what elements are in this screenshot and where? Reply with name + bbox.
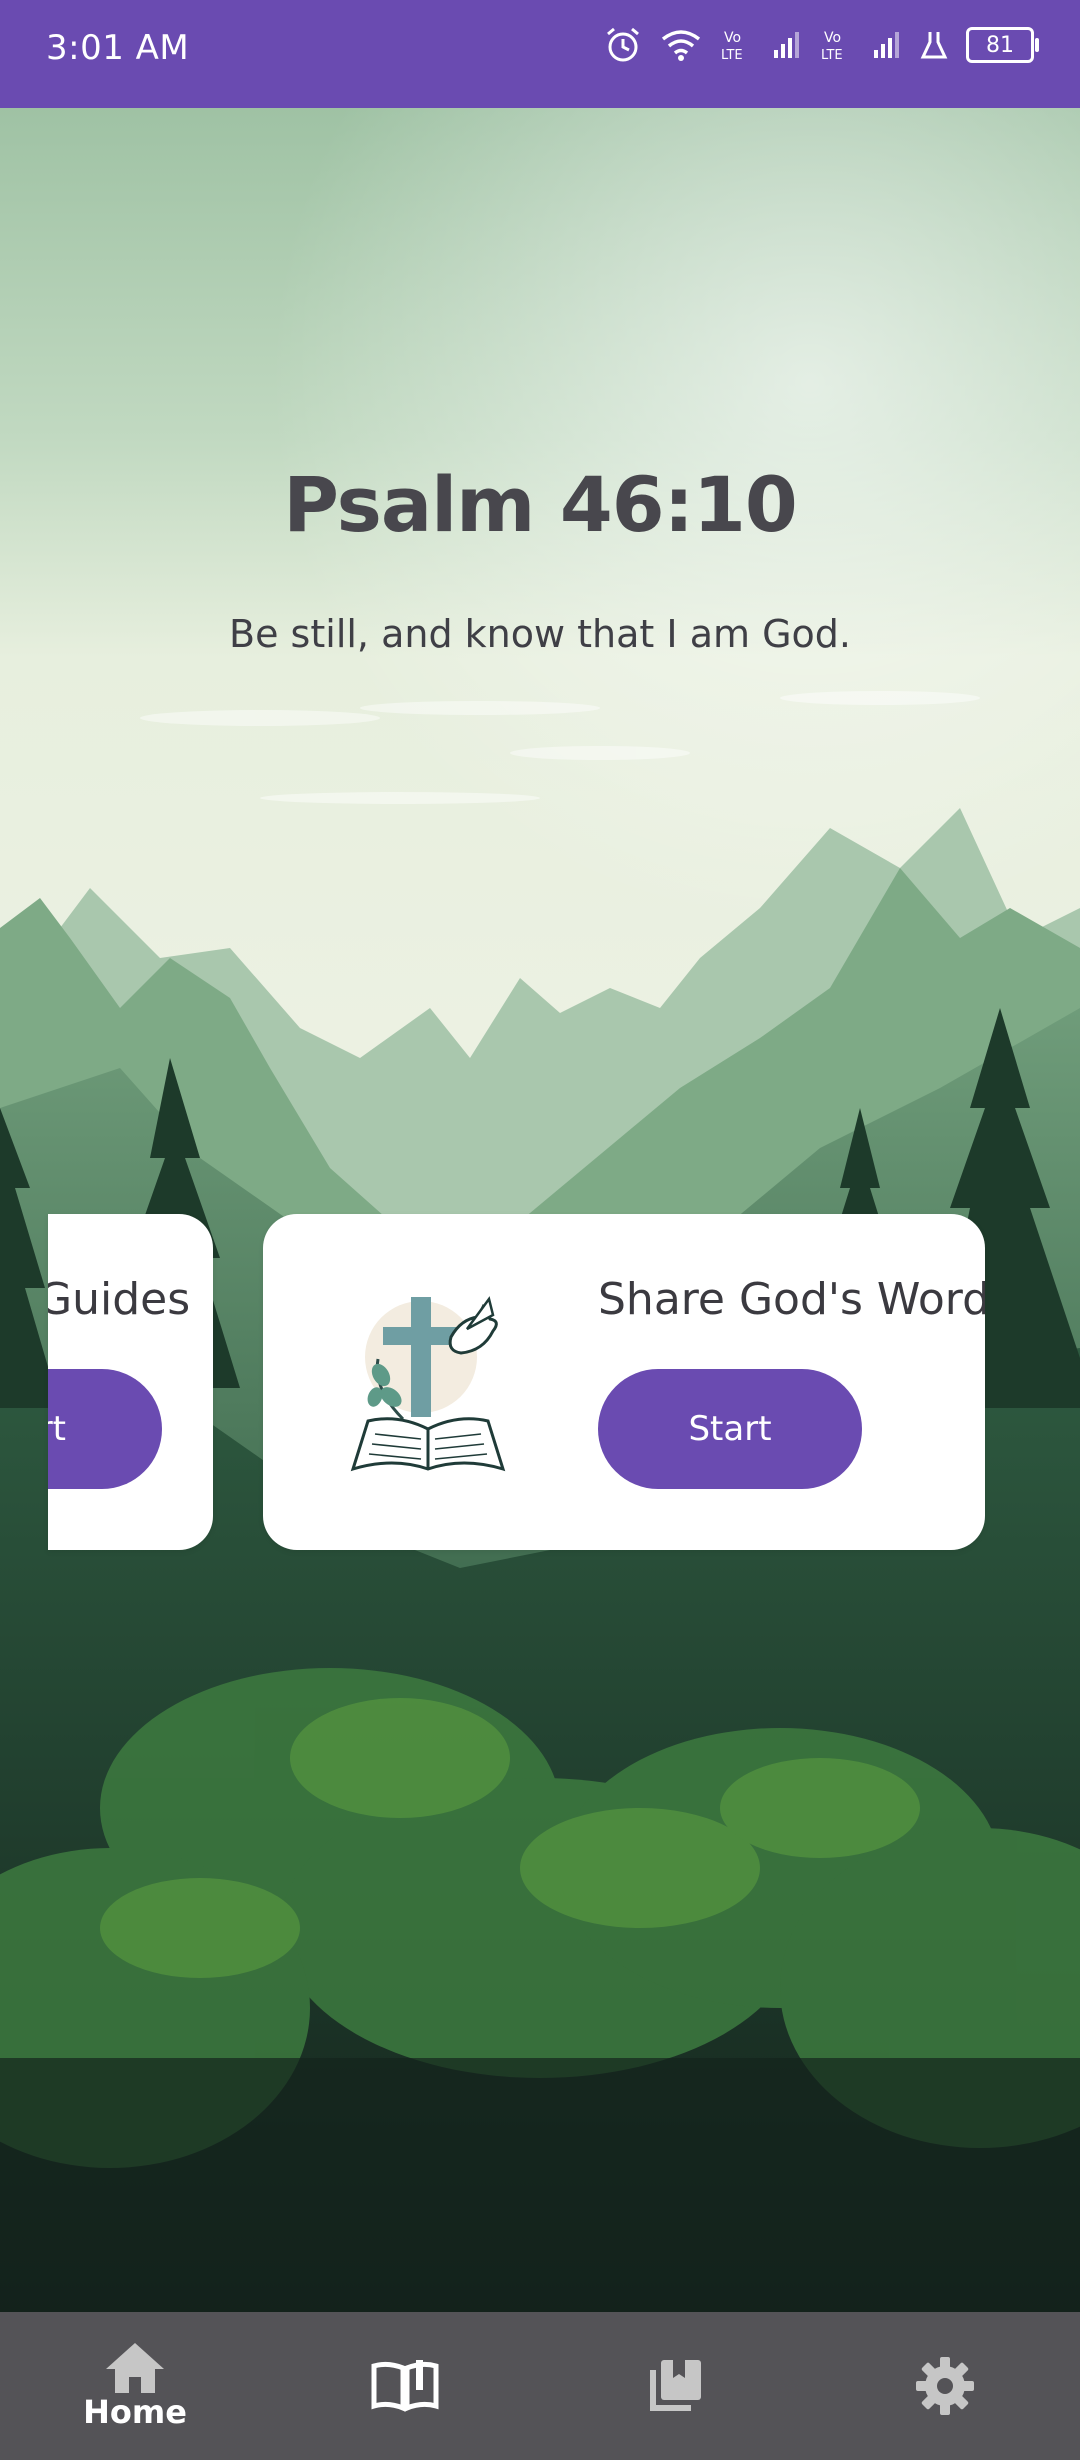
- card-title: Guides: [48, 1274, 191, 1325]
- signal-icon-2: [872, 30, 902, 60]
- start-button[interactable]: rt: [48, 1369, 162, 1489]
- alarm-icon: [604, 26, 642, 64]
- home-icon: [106, 2343, 164, 2393]
- gear-icon: [916, 2357, 974, 2415]
- svg-text:LTE: LTE: [721, 48, 743, 63]
- svg-text:Vo: Vo: [824, 30, 841, 46]
- verse-reference: Psalm 46:10: [283, 460, 798, 549]
- nav-home[interactable]: Home: [70, 2312, 200, 2460]
- volte-icon: Vo LTE: [720, 27, 754, 63]
- wifi-icon: [660, 27, 702, 63]
- nav-settings[interactable]: [880, 2312, 1010, 2460]
- lab-flask-icon: [920, 29, 948, 61]
- card-share-gods-word[interactable]: Share God's Word Start: [263, 1214, 985, 1550]
- bible-icon: [371, 2360, 439, 2412]
- bible-cross-dove-icon: [350, 1296, 506, 1472]
- home-screen: 3:01 AM Vo LTE Vo LTE 81 Psalm 46:10 Be …: [0, 0, 1080, 2460]
- nav-home-label: Home: [83, 2393, 187, 2431]
- battery-level: 81: [986, 32, 1014, 58]
- status-icons: Vo LTE Vo LTE 81: [604, 26, 1039, 64]
- verse-text: Be still, and know that I am God.: [229, 612, 851, 656]
- library-icon: [650, 2360, 701, 2411]
- card-guides[interactable]: Guides rt: [48, 1214, 213, 1550]
- forest-mountain-background: [0, 108, 1080, 2312]
- nav-bible[interactable]: [340, 2312, 470, 2460]
- status-bar: 3:01 AM Vo LTE Vo LTE 81: [0, 0, 1080, 108]
- start-button[interactable]: Start: [598, 1369, 862, 1489]
- signal-icon: [772, 30, 802, 60]
- nav-library[interactable]: [610, 2312, 740, 2460]
- battery-icon: 81: [966, 27, 1039, 63]
- svg-text:LTE: LTE: [821, 48, 843, 63]
- volte-icon-2: Vo LTE: [820, 27, 854, 63]
- card-title: Share God's Word: [598, 1274, 985, 1325]
- status-time: 3:01 AM: [46, 28, 190, 68]
- svg-text:Vo: Vo: [724, 30, 741, 46]
- bottom-navigation: Home: [0, 2312, 1080, 2460]
